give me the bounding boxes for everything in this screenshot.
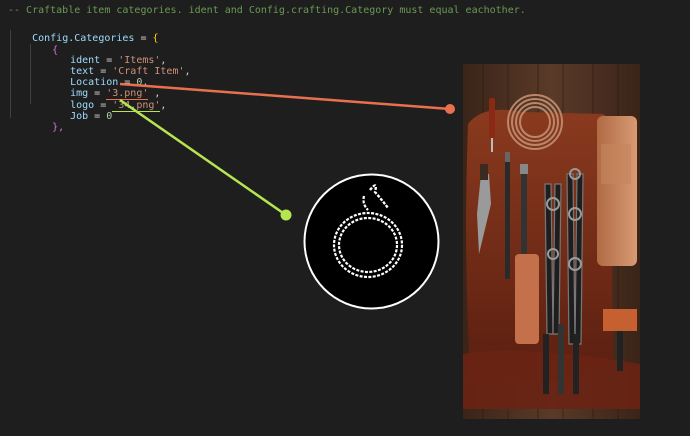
rope-logo-image — [302, 172, 441, 311]
field-suffix: , — [184, 66, 191, 77]
inner-close-brace: }, — [52, 122, 65, 133]
field-suffix: , — [160, 100, 167, 111]
field-value: 0 — [106, 111, 113, 122]
code-comment-line: -- Craftable item categories. ident and … — [8, 5, 526, 16]
craft-tools-image — [463, 64, 640, 419]
code-line-inner-close: }, — [28, 107, 64, 133]
field-eq: = — [88, 111, 107, 122]
field-value: '34.png' — [112, 100, 161, 112]
field-key: Job — [70, 111, 89, 122]
craft-tools-illustration — [463, 64, 640, 419]
rope-icon — [303, 173, 440, 310]
